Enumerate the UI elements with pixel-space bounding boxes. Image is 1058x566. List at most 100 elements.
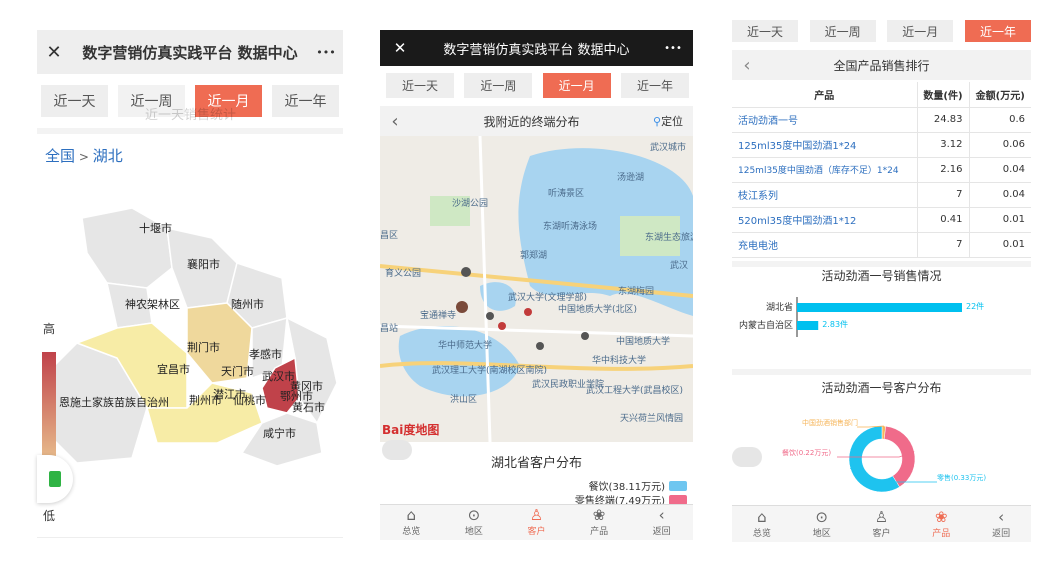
- table-row[interactable]: 充电电池 7 0.01: [732, 232, 1031, 258]
- more-icon[interactable]: •••: [653, 43, 693, 54]
- date-tabs: 近一天 近一周 近一月 近一年: [732, 20, 1031, 42]
- city-label: 恩施土家族苗族自治州: [59, 395, 169, 409]
- map-pin[interactable]: [456, 301, 468, 313]
- column-header: 金额(万元): [968, 82, 1031, 108]
- map-pin[interactable]: [461, 267, 471, 277]
- nav-back[interactable]: ‹ 返回: [653, 506, 671, 537]
- map-label: 中国地质大学: [616, 335, 670, 347]
- quantity-cell: 3.12: [916, 132, 969, 158]
- ghost-title: 近一天销售统计: [145, 108, 237, 123]
- sheet-icon: [49, 471, 61, 487]
- city-label: 十堰市: [139, 221, 172, 235]
- amount-cell: 0.04: [968, 157, 1031, 183]
- nav-region[interactable]: ⊙ 地区: [465, 506, 483, 537]
- user-icon: ♙: [874, 508, 889, 526]
- location-button[interactable]: ⚲定位: [653, 113, 693, 129]
- table-row[interactable]: 枝江系列 7 0.04: [732, 182, 1031, 208]
- breadcrumb-root[interactable]: 全国: [45, 147, 75, 165]
- tab-year[interactable]: 近一年: [272, 85, 339, 117]
- map-label: 昌区: [380, 230, 398, 241]
- map-pin[interactable]: [486, 312, 494, 320]
- quantity-cell: 7: [916, 232, 969, 258]
- tab-day[interactable]: 近一天: [732, 20, 798, 42]
- refresh-icon[interactable]: [732, 447, 762, 467]
- section-header: ‹ 我附近的终端分布 ⚲定位: [380, 106, 693, 136]
- customer-chart-title: 活动劲酒一号客户分布: [821, 381, 942, 395]
- page-title: 数字营销仿真实践平台 数据中心: [443, 42, 630, 58]
- grid-icon: ❀: [935, 508, 948, 526]
- city-label: 宜昌市: [157, 362, 190, 376]
- back-icon[interactable]: ‹: [380, 111, 410, 132]
- bottom-nav: ⌂ 总览 ⊙ 地区 ♙ 客户 ❀ 产品 ‹ 返回: [732, 505, 1031, 542]
- map-label: 天兴荷兰风情园: [620, 412, 683, 424]
- tab-week[interactable]: 近一周: [464, 73, 533, 98]
- nav-product[interactable]: ❀ 产品: [590, 506, 608, 537]
- breadcrumb: 全国 > 湖北: [45, 145, 123, 166]
- nav-customer[interactable]: ♙ 客户: [872, 508, 890, 539]
- quantity-cell: 0.41: [916, 207, 969, 233]
- nav-region[interactable]: ⊙ 地区: [813, 508, 831, 539]
- grid-icon: ❀: [592, 506, 606, 524]
- nav-back[interactable]: ‹ 返回: [992, 508, 1010, 539]
- column-header: 数量(件): [916, 82, 969, 108]
- tab-day[interactable]: 近一天: [41, 85, 108, 117]
- nav-product[interactable]: ❀ 产品: [932, 508, 950, 539]
- map-pin[interactable]: [581, 332, 589, 340]
- city-label: 黄石市: [292, 400, 325, 414]
- panel-nearby-terminals: ✕ 数字营销仿真实践平台 数据中心 ••• 近一天 近一周 近一月 近一年 ‹ …: [380, 30, 693, 540]
- product-name[interactable]: 活动劲酒一号: [732, 107, 917, 133]
- product-name[interactable]: 枝江系列: [732, 182, 917, 208]
- category-label: 内蒙古自治区: [739, 319, 793, 331]
- nav-overview[interactable]: ⌂ 总览: [402, 506, 420, 537]
- pin-icon: ⚲: [653, 115, 662, 128]
- table-row[interactable]: 125ml35度中国劲酒（库存不足）1*24 2.16 0.04: [732, 157, 1031, 183]
- map-pin[interactable]: [536, 342, 544, 350]
- pie-label: 中国劲酒销售部门: [802, 418, 858, 427]
- tab-day[interactable]: 近一天: [386, 73, 454, 98]
- nearby-map[interactable]: 武汉城市 汤逊湖 听涛景区 沙湖公园 东湖听涛泳场 东湖生态旅游风景区 郭郑湖 …: [380, 136, 693, 442]
- more-icon[interactable]: •••: [309, 46, 343, 59]
- breadcrumb-separator: >: [75, 150, 93, 164]
- map-label: 洪山区: [450, 393, 477, 405]
- map-label: 东湖梅园: [618, 285, 654, 297]
- map-label: 宝通禅寺: [420, 309, 456, 321]
- section-divider: [732, 369, 1031, 375]
- tab-year[interactable]: 近一年: [964, 20, 1031, 42]
- table-header-row: 产品 数量(件) 金额(万元): [732, 82, 1031, 108]
- map-label: 中国地质大学(北区): [558, 303, 637, 315]
- baidu-logo: Bai度地图: [382, 422, 439, 437]
- table-row[interactable]: 125ml35度中国劲酒1*24 3.12 0.06: [732, 132, 1031, 158]
- legend-item: 餐饮(38.11万元): [589, 478, 687, 493]
- chart-title: 湖北省客户分布: [490, 456, 582, 471]
- tab-year[interactable]: 近一年: [620, 73, 689, 98]
- nav-customer[interactable]: ♙ 客户: [527, 506, 545, 537]
- table-row[interactable]: 520ml35度中国劲酒1*12 0.41 0.01: [732, 207, 1031, 233]
- product-name[interactable]: 125ml35度中国劲酒（库存不足）1*24: [732, 157, 917, 183]
- region-shiyan[interactable]: [81, 208, 173, 289]
- close-icon[interactable]: ✕: [380, 39, 420, 57]
- table-row[interactable]: 活动劲酒一号 24.83 0.6: [732, 107, 1031, 133]
- column-header: 产品: [732, 82, 917, 108]
- product-name[interactable]: 充电电池: [732, 232, 917, 258]
- close-icon[interactable]: ✕: [37, 42, 71, 63]
- product-name[interactable]: 125ml35度中国劲酒1*24: [732, 132, 917, 158]
- pie-label: 零售(0.33万元): [937, 473, 986, 482]
- nav-overview[interactable]: ⌂ 总览: [753, 508, 771, 539]
- tab-week[interactable]: 近一周: [809, 20, 876, 42]
- map-label: 华中科技大学: [592, 354, 646, 366]
- map-label: 华中师范大学: [438, 339, 492, 351]
- city-label: 天门市: [221, 364, 254, 378]
- data-label: 22件: [966, 301, 984, 311]
- map-pin[interactable]: [524, 308, 532, 316]
- legend-high: 高: [43, 322, 56, 336]
- back-icon[interactable]: ‹: [732, 55, 762, 76]
- hubei-map[interactable]: 十堰市 襄阳市 神农架林区 随州市 荆门市 孝感市 宜昌市 天门市 武汉市 黄冈…: [37, 208, 343, 478]
- tab-month[interactable]: 近一月: [887, 20, 954, 42]
- sales-bar-chart: 湖北省 22件内蒙古自治区 2.83件: [739, 297, 984, 337]
- bar: [797, 303, 962, 312]
- map-pin[interactable]: [498, 322, 506, 330]
- product-name[interactable]: 520ml35度中国劲酒1*12: [732, 207, 917, 233]
- title-bar: ✕ 数字营销仿真实践平台 数据中心 •••: [380, 30, 693, 66]
- tab-month[interactable]: 近一月: [542, 73, 611, 98]
- city-label: 咸宁市: [263, 426, 296, 440]
